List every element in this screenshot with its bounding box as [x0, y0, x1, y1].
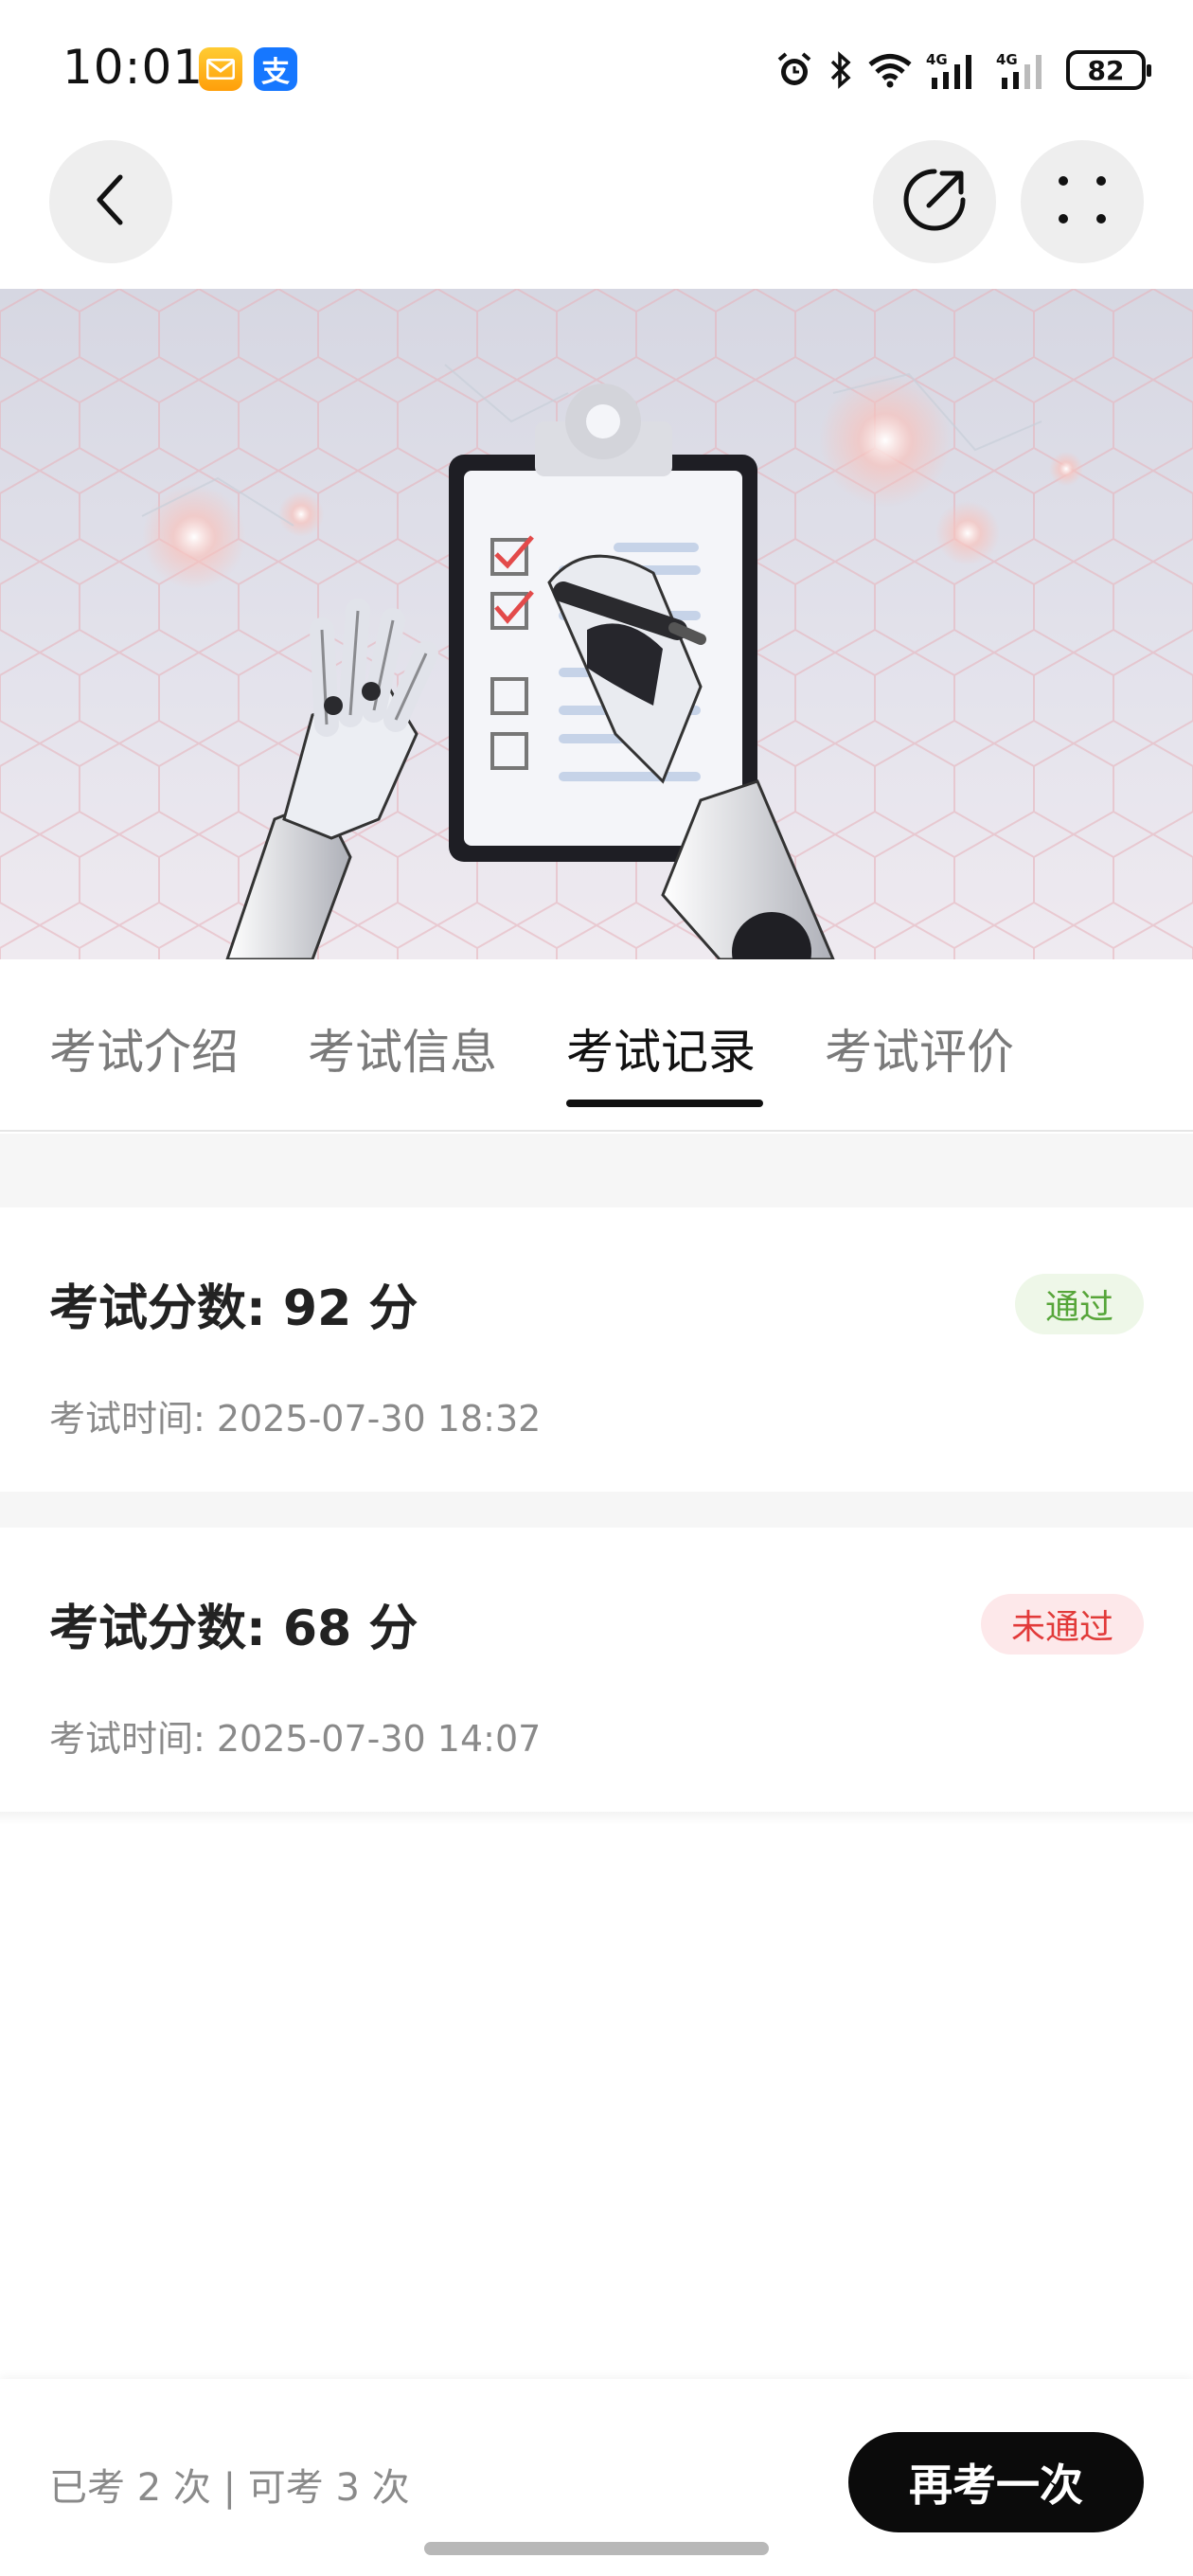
section-gap	[0, 1812, 1193, 1825]
status-badge: 通过	[1014, 1274, 1144, 1334]
more-button[interactable]	[1021, 140, 1144, 263]
back-button[interactable]	[49, 140, 172, 263]
exam-record-item[interactable]: 考试分数: 92 分 通过 考试时间: 2025-07-30 18:32	[0, 1208, 1193, 1492]
alipay-icon: 支	[254, 47, 297, 91]
section-gap	[0, 1134, 1193, 1208]
status-icons: 4G 4G 82	[775, 45, 1151, 95]
tab-bar: 考试介绍 考试信息 考试记录 考试评价	[0, 959, 1193, 1132]
record-score: 考试分数: 68 分	[49, 1601, 418, 1657]
retake-exam-button[interactable]: 再考一次	[848, 2432, 1144, 2532]
home-indicator[interactable]	[424, 2542, 769, 2555]
exam-record-item[interactable]: 考试分数: 68 分 未通过 考试时间: 2025-07-30 14:07	[0, 1528, 1193, 1812]
more-icon	[1056, 173, 1109, 230]
alarm-icon	[775, 50, 814, 90]
share-icon	[900, 166, 969, 238]
tab-exam-intro[interactable]: 考试介绍	[49, 1014, 239, 1082]
status-time: 10:01	[62, 40, 205, 95]
chevron-left-icon	[92, 171, 130, 232]
exam-banner-image	[0, 289, 1193, 959]
signal-4g-icon: 4G	[996, 49, 1053, 91]
status-bar: 10:01 支 4G 4G 82	[0, 0, 1193, 133]
battery-indicator: 82	[1066, 50, 1151, 90]
wifi-icon	[867, 52, 913, 88]
signal-4g-icon: 4G	[926, 49, 983, 91]
bluetooth-icon	[828, 50, 854, 90]
network-label-2: 4G	[996, 51, 1018, 68]
tab-exam-records[interactable]: 考试记录	[566, 1014, 756, 1082]
tab-exam-info[interactable]: 考试信息	[308, 1014, 497, 1082]
record-time: 考试时间: 2025-07-30 18:32	[49, 1398, 542, 1440]
section-gap	[0, 1492, 1193, 1528]
tab-exam-reviews[interactable]: 考试评价	[825, 1014, 1014, 1082]
active-tab-indicator	[566, 1100, 763, 1107]
status-badge: 未通过	[980, 1594, 1144, 1655]
attempts-counter: 已考 2 次 | 可考 3 次	[49, 2466, 410, 2510]
share-button[interactable]	[873, 140, 996, 263]
mail-app-icon	[199, 47, 242, 91]
record-time: 考试时间: 2025-07-30 14:07	[49, 1718, 542, 1760]
network-label-1: 4G	[926, 51, 948, 68]
record-score: 考试分数: 92 分	[49, 1280, 418, 1337]
